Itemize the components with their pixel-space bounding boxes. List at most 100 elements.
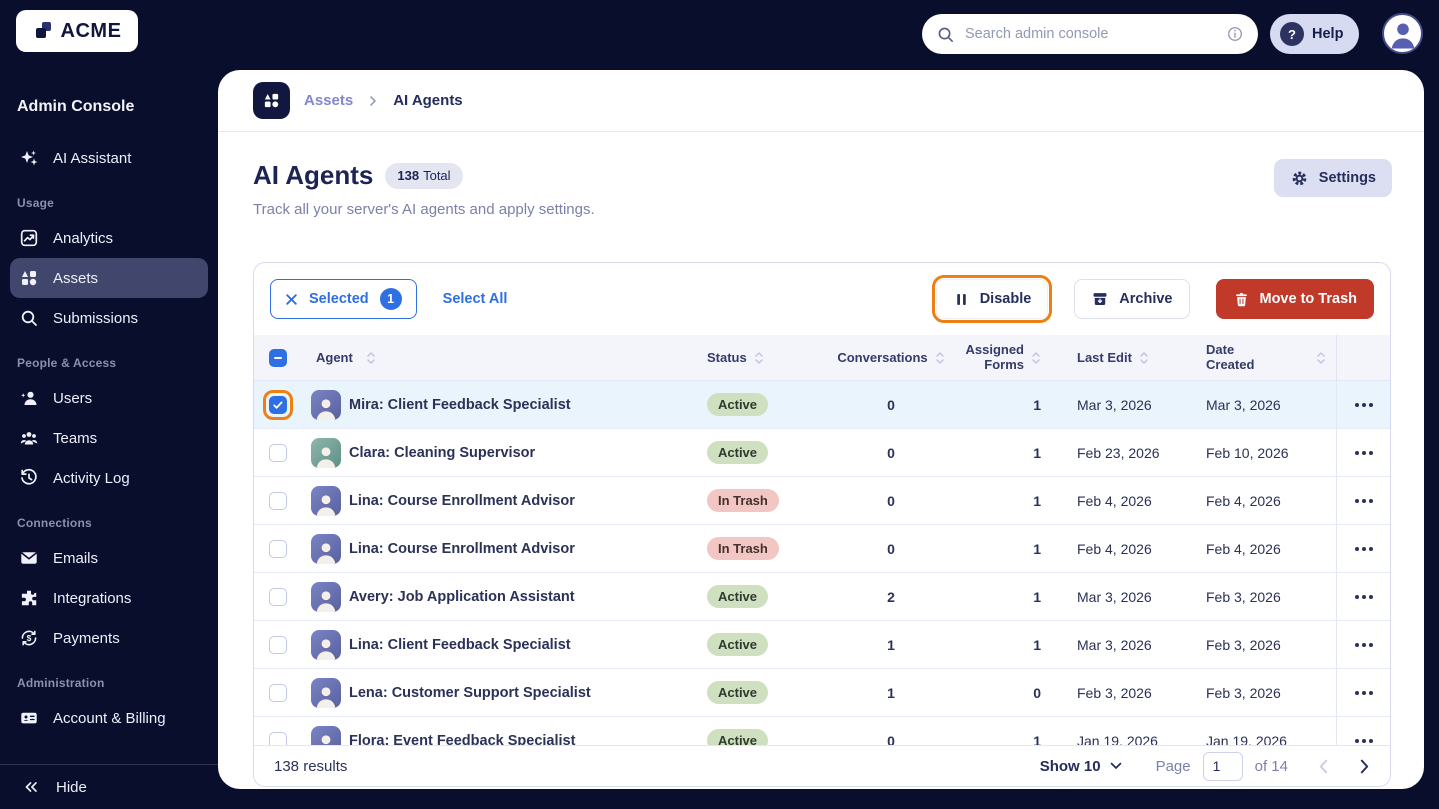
previous-page-button[interactable] xyxy=(1318,759,1329,774)
sidebar-item-label: Assets xyxy=(53,269,99,287)
page-number-input[interactable] xyxy=(1202,751,1243,781)
sort-icon[interactable] xyxy=(1139,350,1149,366)
last-edit-value: Feb 3, 2026 xyxy=(1077,684,1152,701)
sidebar-section-people-access: People & Access xyxy=(17,356,117,370)
settings-label: Settings xyxy=(1318,170,1376,186)
agent-name: Mira: Client Feedback Specialist xyxy=(349,396,571,413)
disable-label: Disable xyxy=(979,291,1032,307)
next-page-button[interactable] xyxy=(1359,759,1370,774)
column-header-assigned-forms[interactable]: Assigned Forms xyxy=(965,342,1024,373)
dollar-refresh-icon: $ xyxy=(19,628,39,648)
table-row[interactable]: Lena: Customer Support Specialist Active… xyxy=(254,669,1390,717)
more-actions-button[interactable] xyxy=(1351,541,1377,557)
sidebar-item-activity-log[interactable]: Activity Log xyxy=(10,458,208,498)
assets-icon xyxy=(19,268,39,288)
row-checkbox[interactable] xyxy=(269,491,287,510)
svg-text:$: $ xyxy=(27,633,32,643)
table-row[interactable]: Lina: Client Feedback Specialist Active … xyxy=(254,621,1390,669)
table-row[interactable]: Avery: Job Application Assistant Active … xyxy=(254,573,1390,621)
column-header-date-created[interactable]: Date Created xyxy=(1206,342,1264,373)
assigned-forms-value: 1 xyxy=(1033,444,1041,461)
sort-icon[interactable] xyxy=(754,350,764,366)
sidebar-item-label: Teams xyxy=(53,429,98,447)
last-edit-value: Feb 23, 2026 xyxy=(1077,444,1160,461)
disable-button[interactable]: Disable xyxy=(931,275,1053,323)
row-checkbox[interactable] xyxy=(269,395,287,414)
sidebar: ACME Admin Console AI Assistant Usage An… xyxy=(0,0,218,809)
column-header-agent[interactable]: Agent xyxy=(316,350,353,365)
table-row[interactable]: Lina: Course Enrollment Advisor In Trash… xyxy=(254,525,1390,573)
sidebar-item-label: Analytics xyxy=(53,229,114,247)
sidebar-item-users[interactable]: Users xyxy=(10,378,208,418)
more-actions-button[interactable] xyxy=(1351,589,1377,605)
page-size-select[interactable]: Show 10 xyxy=(1040,758,1122,775)
conversations-value: 0 xyxy=(887,540,895,557)
help-button[interactable]: ? Help xyxy=(1270,14,1360,54)
sidebar-item-teams[interactable]: Teams xyxy=(10,418,208,458)
table-row[interactable]: Mira: Client Feedback Specialist Active … xyxy=(254,381,1390,429)
sort-icon[interactable] xyxy=(1031,350,1041,366)
sort-icon[interactable] xyxy=(366,350,376,366)
sidebar-item-emails[interactable]: Emails xyxy=(10,538,208,578)
magnifier-icon xyxy=(19,308,39,328)
agent-avatar xyxy=(311,581,341,612)
chevron-down-icon xyxy=(1110,762,1122,770)
column-header-status[interactable]: Status xyxy=(707,350,747,365)
archive-button[interactable]: Archive xyxy=(1074,279,1190,319)
move-to-trash-button[interactable]: Move to Trash xyxy=(1215,279,1374,319)
conversations-value: 2 xyxy=(887,588,895,605)
select-all-checkbox[interactable] xyxy=(269,348,287,367)
more-actions-button[interactable] xyxy=(1351,637,1377,653)
assets-grid-icon xyxy=(253,82,290,119)
sidebar-item-ai-assistant[interactable]: AI Assistant xyxy=(10,138,208,178)
more-actions-button[interactable] xyxy=(1351,397,1377,413)
acme-logo-text: ACME xyxy=(60,19,122,42)
clear-selection-button[interactable]: Selected 1 xyxy=(270,279,417,319)
acme-logo[interactable]: ACME xyxy=(16,10,138,52)
row-checkbox[interactable] xyxy=(269,683,287,702)
agent-avatar xyxy=(311,389,341,420)
sidebar-collapse-button[interactable]: Hide xyxy=(0,764,218,809)
sidebar-item-submissions[interactable]: Submissions xyxy=(10,298,208,338)
more-actions-button[interactable] xyxy=(1351,445,1377,461)
trash-icon xyxy=(1233,291,1250,308)
table-row[interactable]: Lina: Course Enrollment Advisor In Trash… xyxy=(254,477,1390,525)
admin-search xyxy=(922,14,1258,54)
last-edit-value: Feb 4, 2026 xyxy=(1077,540,1152,557)
column-header-last-edit[interactable]: Last Edit xyxy=(1077,350,1132,365)
table-toolbar: Selected 1 Select All Disable Archive Mo… xyxy=(254,263,1390,335)
table-row[interactable]: Clara: Cleaning Supervisor Active 0 1 Fe… xyxy=(254,429,1390,477)
sidebar-item-assets[interactable]: Assets xyxy=(10,258,208,298)
chevron-right-icon xyxy=(367,95,379,107)
id-card-icon xyxy=(19,708,39,728)
sidebar-item-label: Users xyxy=(53,389,93,407)
more-actions-button[interactable] xyxy=(1351,493,1377,509)
info-icon[interactable] xyxy=(1226,25,1244,43)
row-checkbox[interactable] xyxy=(269,635,287,654)
last-edit-value: Mar 3, 2026 xyxy=(1077,636,1152,653)
sidebar-item-payments[interactable]: $ Payments xyxy=(10,618,208,658)
agent-avatar xyxy=(311,533,341,564)
user-icon xyxy=(19,388,39,408)
row-checkbox[interactable] xyxy=(269,443,287,462)
more-actions-button[interactable] xyxy=(1351,685,1377,701)
user-avatar[interactable] xyxy=(1382,13,1423,54)
sidebar-item-integrations[interactable]: Integrations xyxy=(10,578,208,618)
row-checkbox[interactable] xyxy=(269,587,287,606)
status-badge: In Trash xyxy=(707,537,779,560)
settings-button[interactable]: Settings xyxy=(1273,159,1392,197)
date-created-value: Mar 3, 2026 xyxy=(1206,396,1281,413)
sort-icon[interactable] xyxy=(1316,350,1326,366)
column-header-conversations[interactable]: Conversations xyxy=(837,350,927,365)
search-input[interactable] xyxy=(965,26,1216,42)
assigned-forms-value: 1 xyxy=(1033,396,1041,413)
assigned-forms-value: 1 xyxy=(1033,636,1041,653)
sidebar-title: Admin Console xyxy=(17,98,135,115)
breadcrumb-assets-link[interactable]: Assets xyxy=(304,92,353,109)
sidebar-item-account-billing[interactable]: Account & Billing xyxy=(10,698,208,738)
row-checkbox[interactable] xyxy=(269,539,287,558)
sort-icon[interactable] xyxy=(935,350,945,366)
agent-name: Lena: Customer Support Specialist xyxy=(349,684,591,701)
select-all-link[interactable]: Select All xyxy=(443,291,508,307)
sidebar-item-analytics[interactable]: Analytics xyxy=(10,218,208,258)
